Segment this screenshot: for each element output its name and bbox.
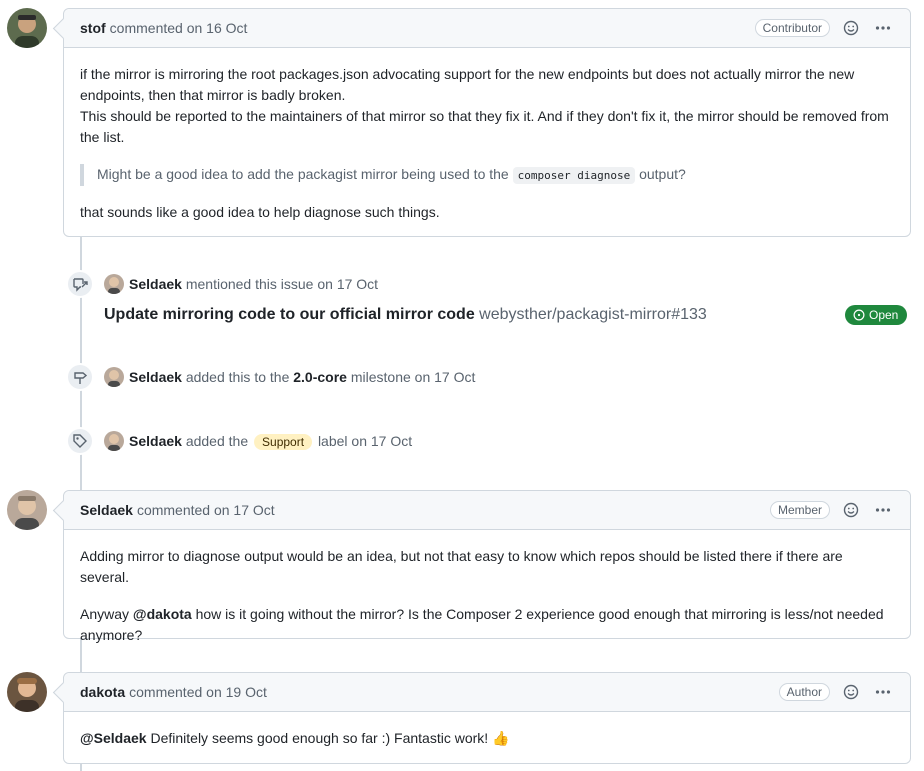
smiley-icon[interactable] — [840, 17, 862, 39]
paragraph-text: Definitely seems good enough so far :) F… — [150, 730, 489, 746]
avatar-seldaek-small[interactable] — [104, 274, 124, 294]
event-description: added the — [185, 432, 249, 449]
event-description: mentioned this issue — [185, 276, 314, 292]
label-support[interactable]: Support — [254, 433, 313, 450]
event-actor[interactable]: Seldaek — [129, 276, 182, 292]
status-label: Open — [869, 308, 899, 322]
reference-repo[interactable]: webysther/packagist-mirror#133 — [479, 306, 707, 323]
avatar-dakota[interactable] — [7, 672, 47, 712]
comment-timestamp[interactable]: commented on 16 Oct — [110, 20, 248, 36]
event-actor[interactable]: Seldaek — [129, 433, 182, 449]
comment-dakota: dakota commented on 19 Oct Author @Selda… — [63, 672, 911, 764]
thumbs-up-emoji: 👍 — [492, 730, 510, 746]
event-date[interactable]: on 17 Oct — [415, 369, 476, 385]
kebab-horizontal-icon[interactable] — [872, 681, 894, 703]
cross-reference-icon — [66, 270, 94, 298]
event-description: added this to the — [185, 369, 290, 385]
smiley-icon[interactable] — [840, 681, 862, 703]
avatar-seldaek-small[interactable] — [104, 431, 124, 451]
avatar-seldaek-small[interactable] — [104, 367, 124, 387]
comment-timestamp[interactable]: commented on 19 Oct — [129, 684, 267, 700]
comment-stof: stof commented on 16 Oct Contributor if … — [63, 8, 911, 237]
status-badge: Open — [845, 305, 908, 325]
event-description: label — [317, 432, 348, 449]
quote-text: Might be a good idea to add the packagis… — [97, 166, 509, 182]
comment-body: if the mirror is mirroring the root pack… — [64, 48, 910, 239]
kebab-horizontal-icon[interactable] — [872, 499, 894, 521]
avatar-seldaek[interactable] — [7, 490, 47, 530]
comment-author[interactable]: dakota — [80, 684, 125, 700]
comment-seldaek: Seldaek commented on 17 Oct Member Addin… — [63, 490, 911, 643]
reference-issue-title[interactable]: Update mirroring code to our official mi… — [104, 306, 475, 323]
comment-author[interactable]: stof — [80, 20, 106, 36]
role-badge: Contributor — [754, 19, 830, 37]
paragraph: if the mirror is mirroring the root pack… — [80, 66, 855, 103]
smiley-icon[interactable] — [840, 499, 862, 521]
milestone-icon — [66, 363, 94, 391]
reference-title[interactable]: Update mirroring code to our official mi… — [104, 306, 707, 324]
role-badge: Author — [778, 683, 830, 701]
comment-header: dakota commented on 19 Oct Author — [64, 673, 910, 712]
paragraph: that sounds like a good idea to help dia… — [80, 204, 440, 220]
blockquote: Might be a good idea to add the packagis… — [80, 164, 894, 186]
event-cross-reference: Seldaek mentioned this issue on 17 Oct — [66, 270, 911, 298]
paragraph: This should be reported to the maintaine… — [80, 108, 889, 145]
issue-opened-icon — [853, 309, 865, 321]
event-date[interactable]: on 17 Oct — [317, 276, 378, 292]
comment-timestamp[interactable]: commented on 17 Oct — [137, 502, 275, 518]
comment-body: Adding mirror to diagnose output would b… — [64, 530, 910, 662]
milestone-link[interactable]: 2.0-core — [293, 369, 347, 385]
event-date[interactable]: on 17 Oct — [351, 433, 412, 449]
paragraph: Adding mirror to diagnose output would b… — [80, 548, 843, 585]
comment-body: @Seldaek Definitely seems good enough so… — [64, 712, 910, 765]
event-milestone: Seldaek added this to the 2.0-core miles… — [66, 363, 911, 391]
event-description: milestone — [350, 369, 411, 385]
comment-header: stof commented on 16 Oct Contributor — [64, 9, 910, 48]
paragraph-text: how is it going without the mirror? Is t… — [80, 606, 884, 643]
kebab-horizontal-icon[interactable] — [872, 17, 894, 39]
role-badge: Member — [769, 501, 830, 519]
avatar-stof[interactable] — [7, 8, 47, 48]
user-mention[interactable]: @dakota — [133, 606, 192, 622]
quote-text: output? — [639, 166, 686, 182]
user-mention[interactable]: @Seldaek — [80, 730, 147, 746]
comment-author[interactable]: Seldaek — [80, 502, 133, 518]
inline-code: composer diagnose — [512, 167, 636, 184]
comment-header: Seldaek commented on 17 Oct Member — [64, 491, 910, 530]
paragraph-text: Anyway — [80, 606, 130, 622]
tag-icon — [66, 427, 94, 455]
event-label: Seldaek added the Support label on 17 Oc… — [66, 427, 911, 455]
event-actor[interactable]: Seldaek — [129, 369, 182, 385]
